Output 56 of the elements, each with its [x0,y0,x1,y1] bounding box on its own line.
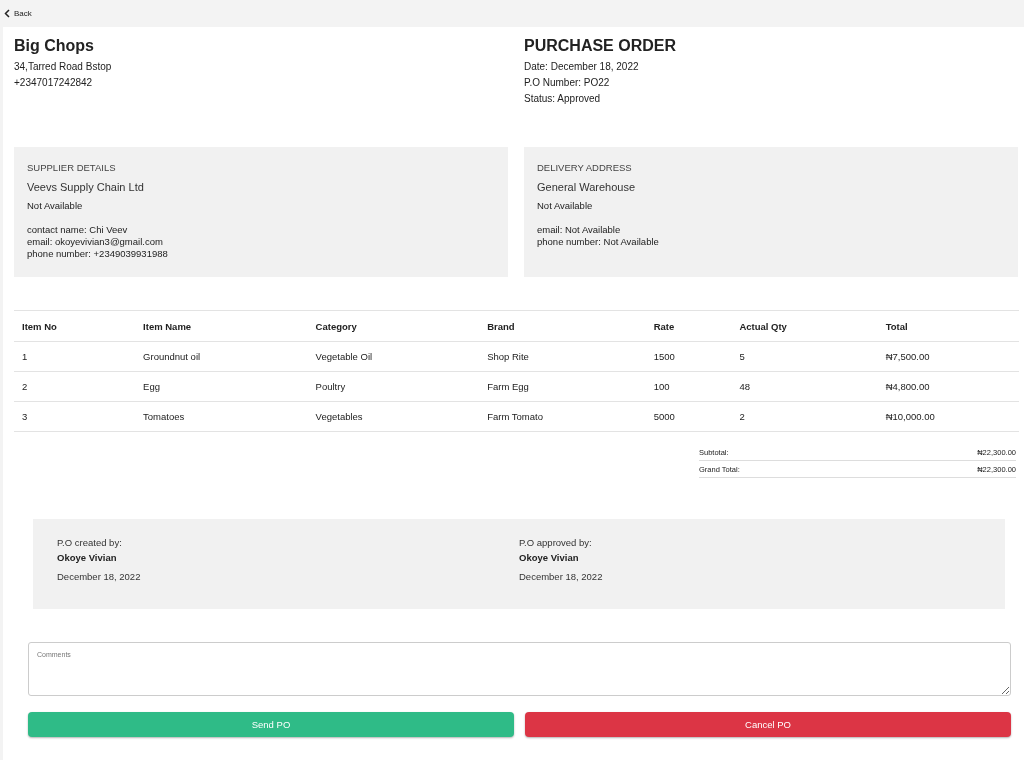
card-detail: phone number: +2349039931988 [27,248,169,260]
column-header: Total [877,310,1019,342]
card-address: Not Available [537,200,594,212]
table-cell: 5000 [645,401,732,432]
table-cell: Vegetables [307,401,480,432]
company-address: 34,Tarred Road Bstop [14,60,113,74]
column-header: Category [307,310,480,342]
table-cell: Egg [135,371,308,402]
table-cell: Farm Tomato [479,401,646,432]
table-cell: Shop Rite [479,341,646,372]
card-heading: SUPPLIER DETAILS [27,162,117,173]
column-header: Brand [479,310,646,342]
table-cell: 5 [731,341,878,372]
card-address: Not Available [27,200,84,212]
card-detail: contact name: Chi Veev [27,224,129,236]
table-cell: 3 [14,401,136,432]
signer-name: Okoye Vivian [519,551,580,565]
cancel-button[interactable]: Cancel PO [525,712,1011,737]
table-cell: ₦7,500.00 [877,341,1019,372]
card-heading: DELIVERY ADDRESS [537,162,633,173]
column-header: Rate [645,310,732,342]
back-link[interactable]: Back [4,9,32,18]
table-cell: Farm Egg [479,371,646,402]
table-cell: 2 [731,401,878,432]
table-cell: 48 [731,371,878,402]
column-header: Actual Qty [731,310,878,342]
signature-label: P.O created by: [57,536,123,550]
table-cell: Poultry [307,371,480,402]
signature-label: P.O approved by: [519,536,593,550]
signature-date: December 18, 2022 [519,570,604,584]
company-name: Big Chops [14,37,95,55]
table-cell: 1 [14,341,136,372]
card-detail: email: Not Available [537,224,622,236]
table-cell: ₦10,000.00 [877,401,1019,432]
document-title: PURCHASE ORDER [524,37,677,55]
table-cell: Tomatoes [135,401,308,432]
order-detail: Status: Approved [524,92,602,106]
signature-date: December 18, 2022 [57,570,142,584]
table-cell: Vegetable Oil [307,341,480,372]
table-cell: 2 [14,371,136,402]
card-name: General Warehouse [537,181,637,193]
table-cell: 1500 [645,341,732,372]
company-phone: +2347017242842 [14,76,94,90]
chevron-left-icon [4,9,10,18]
send-button[interactable]: Send PO [28,712,514,737]
table-cell: 100 [645,371,732,402]
order-detail: P.O Number: PO22 [524,76,611,90]
table-cell: Groundnut oil [135,341,308,372]
card-name: Veevs Supply Chain Ltd [27,181,145,193]
column-header: Item Name [135,310,308,342]
card-detail: email: okoyevivian3@gmail.com [27,236,164,248]
card-detail: phone number: Not Available [537,236,660,248]
signer-name: Okoye Vivian [57,551,118,565]
order-detail: Date: December 18, 2022 [524,60,640,74]
column-header: Item No [14,310,136,342]
table-cell: ₦4,800.00 [877,371,1019,402]
